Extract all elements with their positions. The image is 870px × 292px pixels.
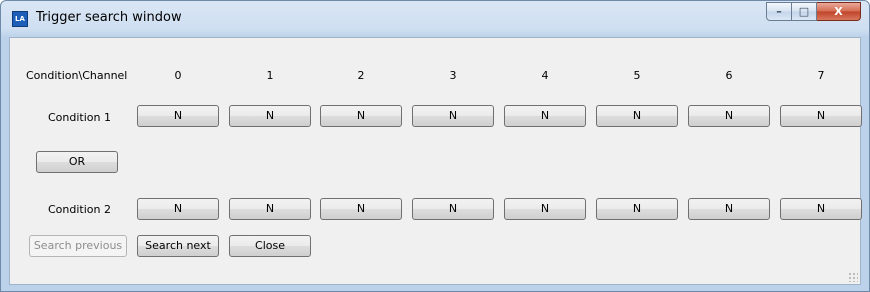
condition-1-channel-7-button[interactable]: N xyxy=(780,105,862,127)
search-previous-button[interactable]: Search previous xyxy=(29,235,127,257)
condition-2-channel-3-button[interactable]: N xyxy=(412,198,494,220)
condition-2-channel-7-button[interactable]: N xyxy=(780,198,862,220)
search-next-button[interactable]: Search next xyxy=(137,235,219,257)
maximize-button[interactable]: □ xyxy=(792,2,817,21)
condition-1-channel-3-button[interactable]: N xyxy=(412,105,494,127)
condition-2-channel-2-button[interactable]: N xyxy=(320,198,402,220)
or-button[interactable]: OR xyxy=(36,151,118,173)
trigger-search-window: LA Trigger search window – □ X Condition… xyxy=(0,0,870,292)
condition-1-channel-6-button[interactable]: N xyxy=(688,105,770,127)
condition-2-channel-1-button[interactable]: N xyxy=(229,198,311,220)
condition-1-channel-1-button[interactable]: N xyxy=(229,105,311,127)
condition-1-channel-2-button[interactable]: N xyxy=(320,105,402,127)
condition-1-channel-4-button[interactable]: N xyxy=(504,105,586,127)
condition-2-channel-0-button[interactable]: N xyxy=(137,198,219,220)
condition-2-label: Condition 2 xyxy=(48,203,111,216)
condition-2-channel-4-button[interactable]: N xyxy=(504,198,586,220)
close-window-button[interactable]: X xyxy=(817,2,861,21)
condition-1-channel-5-button[interactable]: N xyxy=(596,105,678,127)
channel-header-2: 2 xyxy=(357,69,365,82)
condition-2-channel-6-button[interactable]: N xyxy=(688,198,770,220)
title-bar[interactable]: LA Trigger search window – □ X xyxy=(1,1,869,37)
minimize-button[interactable]: – xyxy=(766,2,792,21)
condition-channel-header: Condition\Channel xyxy=(26,69,128,82)
condition-2-channel-5-button[interactable]: N xyxy=(596,198,678,220)
channel-header-0: 0 xyxy=(174,69,182,82)
channel-header-5: 5 xyxy=(633,69,641,82)
resize-grip[interactable] xyxy=(848,272,858,282)
channel-header-3: 3 xyxy=(449,69,457,82)
channel-header-4: 4 xyxy=(541,69,549,82)
condition-1-label: Condition 1 xyxy=(48,111,111,124)
dialog-body: Condition\Channel 0 1 2 3 4 5 6 7 Condit… xyxy=(9,37,862,285)
window-title: Trigger search window xyxy=(36,10,182,25)
close-button[interactable]: Close xyxy=(229,235,311,257)
caption-buttons: – □ X xyxy=(766,2,861,22)
condition-1-channel-0-button[interactable]: N xyxy=(137,105,219,127)
channel-header-7: 7 xyxy=(817,69,825,82)
channel-header-1: 1 xyxy=(266,69,274,82)
channel-header-6: 6 xyxy=(725,69,733,82)
app-icon: LA xyxy=(12,11,28,27)
